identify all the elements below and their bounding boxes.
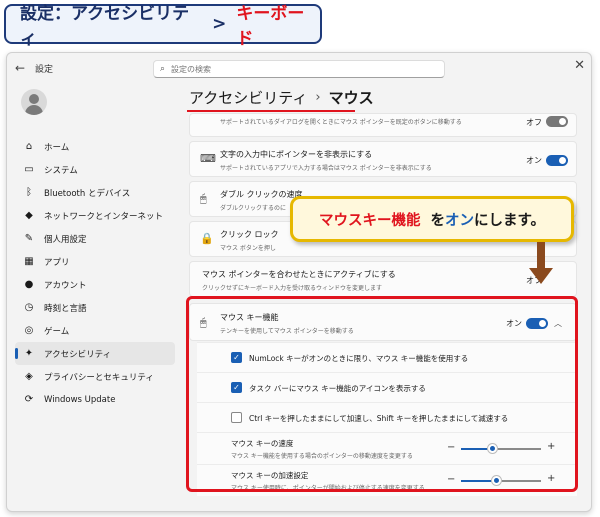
breadcrumb-underline bbox=[187, 110, 355, 112]
title-badge: 設定：アクセシビリティ > キーボード bbox=[4, 4, 322, 49]
row-title: クリック ロック bbox=[220, 230, 279, 239]
callout-feature: マウスキー機能 bbox=[318, 212, 421, 229]
update-icon: ⟳ bbox=[24, 394, 34, 405]
lock-icon: 🔒 bbox=[200, 232, 214, 245]
clock-icon: ◷ bbox=[24, 302, 34, 313]
card-hide-pointer[interactable]: ⌨ 文字の入力中にポインターを非表示にする サポートされているアプリで入力する場… bbox=[189, 141, 577, 177]
gamepad-icon: ◎ bbox=[24, 325, 34, 336]
toggle-state-label: オフ bbox=[526, 118, 542, 127]
row-description: サポートされているアプリで入力する場合はマウス ポインターを非表示にする bbox=[220, 165, 432, 172]
callout-particle: を bbox=[430, 212, 445, 229]
row-description: マウス ボタンを押し bbox=[220, 245, 276, 252]
brush-icon: ✎ bbox=[24, 233, 34, 244]
sidebar-item-privacy[interactable]: ◈ プライバシーとセキュリティ bbox=[15, 365, 175, 388]
screenshot-stage: 設定：アクセシビリティ > キーボード ← 設定 ⌕ ✕ ⌂ ホーム ▭ システム … bbox=[0, 0, 600, 517]
row-description: ダブルクリックするのに bbox=[220, 205, 287, 212]
sidebar-item-label: 個人用設定 bbox=[44, 234, 87, 245]
breadcrumb-separator: › bbox=[315, 90, 321, 105]
network-icon: ◆ bbox=[25, 210, 33, 221]
sidebar: ⌂ ホーム ▭ システム ᛒ Bluetooth とデバイス ◆ ネットワークとインター… bbox=[15, 135, 175, 411]
sidebar-item-personalization[interactable]: ✎ 個人用設定 bbox=[15, 227, 175, 250]
row-description: クリックせずにキーボード入力を受け取るウィンドウを変更します bbox=[202, 285, 383, 292]
back-arrow-icon[interactable]: ← bbox=[15, 61, 25, 75]
sidebar-item-label: プライバシーとセキュリティ bbox=[44, 372, 154, 383]
highlight-frame bbox=[186, 296, 578, 492]
title-badge-accent: キーボード bbox=[236, 4, 305, 49]
toggle-switch[interactable] bbox=[546, 116, 568, 127]
row-description: サポートされているダイアログを開くときにマウス ポインターを既定のボタンに移動す… bbox=[220, 119, 462, 126]
sidebar-item-label: アクセシビリティ bbox=[44, 349, 112, 360]
breadcrumb-current: マウス bbox=[328, 89, 374, 107]
search-input[interactable] bbox=[171, 64, 412, 74]
breadcrumb: アクセシビリティ › マウス bbox=[189, 87, 374, 108]
avatar[interactable] bbox=[21, 89, 47, 115]
sidebar-item-windows-update[interactable]: ⟳ Windows Update bbox=[15, 388, 175, 411]
sidebar-item-time-language[interactable]: ◷ 時刻と言語 bbox=[15, 296, 175, 319]
search-icon: ⌕ bbox=[160, 64, 166, 74]
sidebar-item-home[interactable]: ⌂ ホーム bbox=[15, 135, 175, 158]
title-bar: ← 設定 ⌕ ✕ bbox=[7, 53, 591, 83]
sidebar-item-label: ゲーム bbox=[44, 326, 70, 337]
toggle-state-label: オン bbox=[526, 156, 542, 165]
avatar-body bbox=[25, 105, 43, 115]
card-activate-on-hover[interactable]: マウス ポインターを合わせたときにアクティブにする クリックせずにキーボード入力… bbox=[189, 261, 577, 297]
sidebar-item-label: Bluetooth とデバイス bbox=[44, 188, 131, 199]
sidebar-item-bluetooth[interactable]: ᛒ Bluetooth とデバイス bbox=[15, 181, 175, 204]
callout-on: オン bbox=[444, 212, 474, 229]
sidebar-item-system[interactable]: ▭ システム bbox=[15, 158, 175, 181]
home-icon: ⌂ bbox=[25, 141, 33, 152]
row-title: 文字の入力中にポインターを非表示にする bbox=[220, 150, 373, 159]
close-icon[interactable]: ✕ bbox=[574, 58, 585, 73]
sidebar-item-label: アプリ bbox=[44, 257, 70, 268]
sidebar-item-label: システム bbox=[44, 165, 78, 176]
sidebar-item-label: ホーム bbox=[44, 142, 70, 153]
sidebar-item-label: ネットワークとインターネット bbox=[44, 211, 164, 222]
callout-box: マウスキー機能 を オン にします。 bbox=[290, 196, 574, 242]
app-title: 設定 bbox=[35, 65, 54, 75]
sidebar-item-network[interactable]: ◆ ネットワークとインターネット bbox=[15, 204, 175, 227]
callout-arrow-head bbox=[529, 268, 553, 284]
mouse-icon: 🖱 bbox=[200, 192, 207, 205]
bluetooth-icon: ᛒ bbox=[26, 187, 32, 198]
search-box[interactable]: ⌕ bbox=[153, 60, 445, 78]
sidebar-item-accounts[interactable]: ● アカウント bbox=[15, 273, 175, 296]
title-badge-separator: > bbox=[212, 14, 227, 34]
avatar-head bbox=[29, 94, 39, 104]
account-icon: ● bbox=[24, 279, 34, 290]
toggle-switch[interactable] bbox=[546, 155, 568, 166]
sidebar-item-label: Windows Update bbox=[44, 394, 116, 405]
sidebar-item-label: 時刻と言語 bbox=[44, 303, 87, 314]
row-title: ダブル クリックの速度 bbox=[220, 190, 303, 199]
accessibility-icon: ✦ bbox=[24, 348, 34, 359]
sidebar-item-gaming[interactable]: ◎ ゲーム bbox=[15, 319, 175, 342]
title-badge-main: 設定：アクセシビリティ bbox=[20, 4, 190, 49]
apps-icon: ▦ bbox=[24, 256, 34, 267]
callout-suffix: にします。 bbox=[473, 212, 546, 229]
shield-icon: ◈ bbox=[25, 371, 33, 382]
system-icon: ▭ bbox=[24, 164, 34, 175]
sidebar-item-label: アカウント bbox=[44, 280, 87, 291]
pointer-hide-icon: ⌨ bbox=[200, 152, 216, 165]
card-move-pointer-default[interactable]: サポートされているダイアログを開くときにマウス ポインターを既定のボタンに移動す… bbox=[189, 113, 577, 137]
row-title: マウス ポインターを合わせたときにアクティブにする bbox=[202, 270, 396, 279]
callout-arrow-shaft bbox=[537, 242, 545, 270]
breadcrumb-parent[interactable]: アクセシビリティ bbox=[189, 87, 307, 108]
sidebar-item-accessibility[interactable]: ✦ アクセシビリティ bbox=[15, 342, 175, 365]
sidebar-item-apps[interactable]: ▦ アプリ bbox=[15, 250, 175, 273]
